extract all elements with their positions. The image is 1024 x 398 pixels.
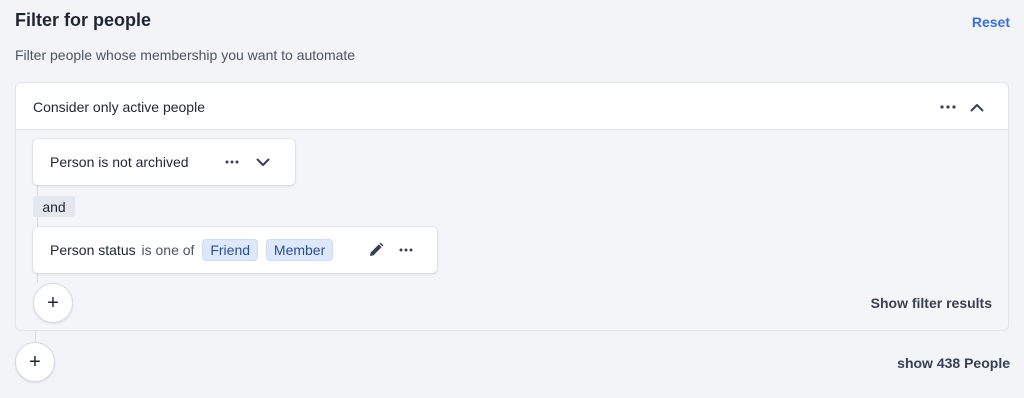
- filter-group-card: Consider only active people Person is no…: [15, 82, 1009, 331]
- status-chip-friend: Friend: [202, 239, 259, 261]
- and-joiner-badge: and: [33, 196, 75, 217]
- filter-group-title: Consider only active people: [33, 99, 205, 115]
- show-filter-results-link[interactable]: Show filter results: [871, 295, 992, 311]
- condition-card-archived[interactable]: Person is not archived: [33, 139, 295, 185]
- condition-clause: Person status is one of Friend Member: [50, 239, 334, 261]
- chevron-up-icon[interactable]: [964, 95, 990, 119]
- reset-link[interactable]: Reset: [972, 14, 1010, 30]
- more-horizontal-icon[interactable]: [934, 96, 962, 118]
- condition-operator: is one of: [141, 242, 195, 258]
- more-horizontal-icon[interactable]: [393, 239, 419, 261]
- add-group-button[interactable]: +: [15, 342, 55, 382]
- condition-connector-line: [37, 272, 38, 283]
- chevron-down-icon[interactable]: [250, 150, 276, 174]
- condition-field: Person status: [50, 242, 136, 258]
- filter-group-header[interactable]: Consider only active people: [16, 83, 1008, 130]
- condition-connector-line: [37, 217, 38, 227]
- show-people-link[interactable]: show 438 People: [897, 355, 1010, 371]
- condition-text: Person is not archived: [50, 154, 189, 170]
- status-chip-member: Member: [265, 239, 334, 261]
- pencil-icon[interactable]: [363, 239, 389, 261]
- add-condition-button[interactable]: +: [33, 283, 73, 323]
- page-subtitle: Filter people whose membership you want …: [15, 47, 356, 63]
- page-title: Filter for people: [15, 10, 152, 30]
- condition-card-status[interactable]: Person status is one of Friend Member: [33, 227, 437, 273]
- condition-connector-line: [37, 185, 38, 196]
- more-horizontal-icon[interactable]: [219, 151, 245, 173]
